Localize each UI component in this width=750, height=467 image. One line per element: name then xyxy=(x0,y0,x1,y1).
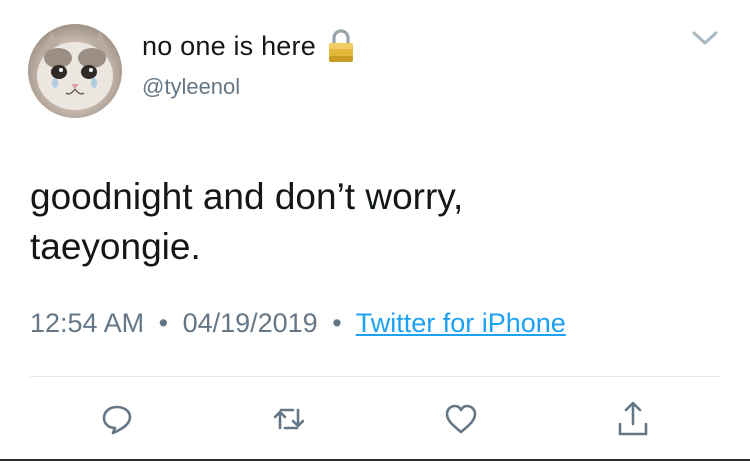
user-handle[interactable]: @tyleenol xyxy=(142,74,240,100)
tweet-text-line-1: goodnight and don’t worry, xyxy=(30,176,464,217)
lock-icon xyxy=(326,28,356,64)
tweet-source-link[interactable]: Twitter for iPhone xyxy=(356,308,566,338)
like-button[interactable] xyxy=(436,396,486,446)
tweet-actions xyxy=(0,396,750,446)
tweet-text-line-2: taeyongie. xyxy=(30,226,201,267)
retweet-icon xyxy=(271,404,307,439)
crying-cat-avatar-image xyxy=(37,32,113,110)
reply-button[interactable] xyxy=(92,396,142,446)
meta-separator: • xyxy=(332,308,342,338)
reply-icon xyxy=(100,402,134,441)
meta-separator: • xyxy=(158,308,169,338)
share-button[interactable] xyxy=(608,396,658,446)
tweet-text: goodnight and don’t worry, taeyongie. xyxy=(30,172,720,272)
display-name[interactable]: no one is here xyxy=(142,31,316,62)
share-icon xyxy=(616,400,650,443)
name-row: no one is here xyxy=(142,28,356,64)
retweet-button[interactable] xyxy=(264,396,314,446)
tweet-time[interactable]: 12:54 AM xyxy=(30,308,144,338)
heart-icon xyxy=(444,403,478,440)
tweet-date[interactable]: 04/19/2019 xyxy=(183,308,318,338)
divider xyxy=(30,376,720,377)
avatar[interactable] xyxy=(28,24,122,118)
bottom-border xyxy=(0,459,750,467)
chevron-down-icon[interactable] xyxy=(690,28,720,48)
tweet-meta: 12:54 AM • 04/19/2019 • Twitter for iPho… xyxy=(30,308,566,339)
